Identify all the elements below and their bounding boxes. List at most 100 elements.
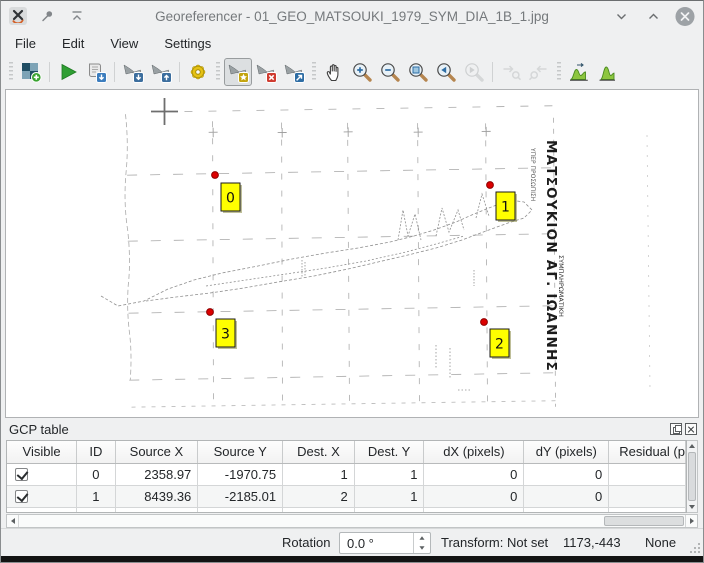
col-dx[interactable]: dX (pixels) — [424, 441, 524, 463]
maximize-icon[interactable] — [643, 6, 663, 26]
col-residual[interactable]: Residual (pi — [609, 441, 686, 463]
table-row[interactable]: 1 8439.36 -2185.01 2 1 0 0 — [7, 485, 686, 507]
cell-residual[interactable] — [609, 463, 686, 485]
gcp-marker-2[interactable]: 2 — [481, 319, 511, 359]
visible-checkbox[interactable] — [15, 512, 28, 514]
close-icon[interactable] — [675, 6, 695, 26]
cell-source-x[interactable]: 2358.97 — [115, 463, 198, 485]
cell-dest-y[interactable]: 1 — [354, 463, 424, 485]
visible-checkbox[interactable] — [15, 490, 28, 503]
move-point-button[interactable] — [280, 58, 308, 86]
map-canvas[interactable]: ΜΑΤΣΟΥΚΙΟΝ ΑΓ. ΙΩΑΝΝΗΣ ΥΠΕΡ ΠΡΟΣΩΠΙΣΗ ΣΥ… — [5, 89, 699, 418]
georeferencer-window: Georeferencer - 01_GEO_MATSOUKI_1979_SYM… — [0, 0, 704, 563]
cell-source-x[interactable]: 8439.36 — [115, 485, 198, 507]
cell-source-y[interactable]: -2185.01 — [198, 485, 283, 507]
gcp-point-2 — [481, 319, 488, 326]
delete-point-button[interactable] — [252, 58, 280, 86]
cell-id[interactable]: 1 — [77, 485, 115, 507]
cell-dest-x[interactable]: 2 — [283, 485, 355, 507]
map-note-vertical-1: ΥΠΕΡ ΠΡΟΣΩΠΙΣΗ — [529, 147, 536, 201]
col-dest-y[interactable]: Dest. Y — [354, 441, 424, 463]
scroll-right-icon[interactable] — [685, 515, 697, 527]
app-icon — [9, 7, 27, 25]
col-dest-x[interactable]: Dest. X — [283, 441, 355, 463]
map-note-vertical-2: ΣΥΜΠΛΗΡΩΜΑΤΙΚΗ — [557, 255, 565, 317]
toolbar-drag-handle[interactable] — [9, 62, 13, 82]
gcp-marker-3[interactable]: 3 — [207, 309, 237, 349]
col-visible[interactable]: Visible — [7, 441, 77, 463]
save-gcp-points-button[interactable] — [147, 58, 175, 86]
svg-text:2: 2 — [495, 337, 504, 353]
col-dy[interactable]: dY (pixels) — [524, 441, 609, 463]
col-source-x[interactable]: Source X — [115, 441, 198, 463]
scroll-down-icon[interactable] — [687, 502, 697, 512]
zoom-in-button[interactable] — [348, 58, 376, 86]
pin-icon[interactable] — [37, 6, 57, 26]
titlebar[interactable]: Georeferencer - 01_GEO_MATSOUKI_1979_SYM… — [1, 1, 703, 31]
gcp-marker-1[interactable]: 1 — [487, 182, 517, 222]
zoom-next-button[interactable] — [460, 58, 488, 86]
local-histogram-stretch-button[interactable] — [565, 58, 593, 86]
gdal-script-button[interactable] — [82, 58, 110, 86]
gdal-script-icon — [85, 61, 107, 83]
cell-id[interactable]: 0 — [77, 463, 115, 485]
rotation-label: Rotation — [282, 535, 330, 550]
spin-up-icon[interactable] — [414, 533, 430, 543]
zoom-to-layer-icon — [407, 61, 429, 83]
menu-settings[interactable]: Settings — [162, 34, 213, 53]
zoom-last-button[interactable] — [432, 58, 460, 86]
scroll-up-icon[interactable] — [687, 441, 697, 451]
toolbar-drag-handle[interactable] — [557, 62, 561, 82]
cell-dy[interactable]: 0 — [524, 463, 609, 485]
zoom-to-layer-button[interactable] — [404, 58, 432, 86]
pan-button[interactable] — [320, 58, 348, 86]
cell-residual[interactable] — [609, 485, 686, 507]
zoom-out-button[interactable] — [376, 58, 404, 86]
load-gcp-points-button[interactable] — [119, 58, 147, 86]
horizontal-scrollbar-thumb[interactable] — [604, 516, 684, 526]
dock-float-icon[interactable] — [670, 423, 682, 435]
dock-close-icon[interactable] — [685, 423, 697, 435]
table-row[interactable]: 0 2358.97 -1970.75 1 1 0 0 — [7, 463, 686, 485]
rotation-value[interactable]: 0.0 ° — [340, 536, 413, 551]
full-histogram-stretch-button[interactable] — [593, 58, 621, 86]
add-point-button[interactable] — [224, 58, 252, 86]
toolbar-drag-handle[interactable] — [216, 62, 220, 82]
gcp-point-0 — [212, 172, 219, 179]
transformation-settings-button[interactable] — [184, 58, 212, 86]
link-qgis-to-georeferencer-button[interactable] — [525, 58, 553, 86]
cell-dest-x[interactable]: 1 — [283, 463, 355, 485]
visible-checkbox[interactable] — [15, 468, 28, 481]
link-georeferencer-to-qgis-button[interactable] — [497, 58, 525, 86]
menu-file[interactable]: File — [13, 34, 38, 53]
move-point-icon — [283, 61, 305, 83]
link-georeferencer-to-qgis-icon — [500, 61, 522, 83]
gcp-point-3 — [207, 309, 214, 316]
svg-text:0: 0 — [226, 191, 235, 207]
toolbar-drag-handle[interactable] — [312, 62, 316, 82]
open-raster-button[interactable] — [17, 58, 45, 86]
start-georeferencing-button[interactable] — [54, 58, 82, 86]
cell-dy[interactable]: 0 — [524, 485, 609, 507]
col-id[interactable]: ID — [77, 441, 115, 463]
scroll-left-icon[interactable] — [7, 515, 19, 527]
spin-down-icon[interactable] — [414, 543, 430, 553]
col-source-y[interactable]: Source Y — [198, 441, 283, 463]
menu-edit[interactable]: Edit — [60, 34, 86, 53]
rotation-spinbox[interactable]: 0.0 ° — [339, 532, 431, 554]
table-row[interactable] — [7, 507, 686, 513]
gcp-markers: 0 1 2 3 — [207, 172, 517, 359]
table-vertical-scrollbar[interactable] — [687, 440, 698, 513]
menu-view[interactable]: View — [108, 34, 140, 53]
table-horizontal-scrollbar[interactable] — [6, 514, 698, 528]
minimize-icon[interactable] — [611, 6, 631, 26]
gcp-marker-0[interactable]: 0 — [212, 172, 242, 213]
keep-above-icon[interactable] — [67, 6, 87, 26]
vertical-scrollbar-thumb[interactable] — [688, 452, 696, 501]
transformation-settings-icon — [187, 61, 209, 83]
resize-grip[interactable] — [690, 543, 700, 553]
cell-dx[interactable]: 0 — [424, 485, 524, 507]
cell-dest-y[interactable]: 1 — [354, 485, 424, 507]
cell-dx[interactable]: 0 — [424, 463, 524, 485]
cell-source-y[interactable]: -1970.75 — [198, 463, 283, 485]
